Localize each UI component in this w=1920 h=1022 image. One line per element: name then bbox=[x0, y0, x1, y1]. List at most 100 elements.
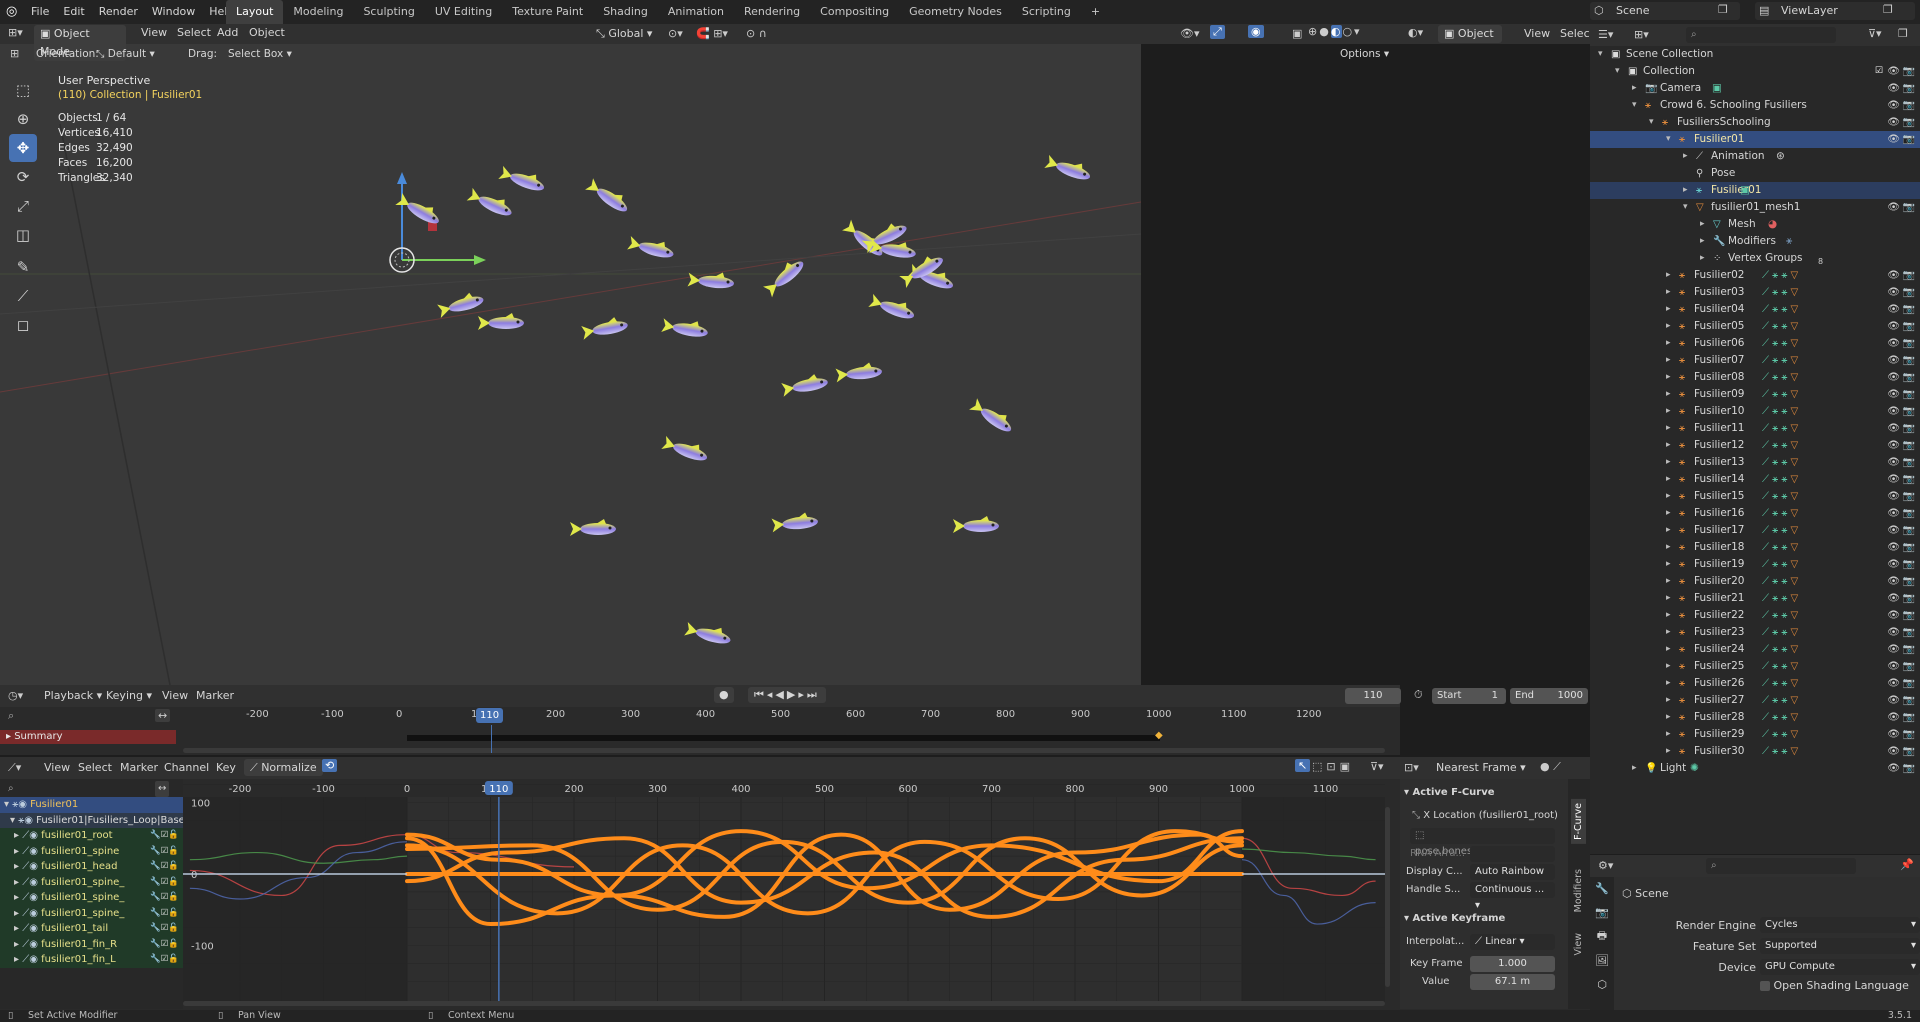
eye-icon[interactable]: 👁 bbox=[1887, 505, 1900, 522]
eye-icon[interactable]: 👁 bbox=[1887, 369, 1900, 386]
object-data-icons[interactable]: ⟋ ⚹ ⚹ ▽ bbox=[1762, 284, 1798, 301]
channel-toggles[interactable]: 🔧☑🔓 bbox=[150, 906, 179, 922]
tab-scripting[interactable]: Scripting bbox=[1012, 0, 1081, 24]
render-camera-icon[interactable]: 📷 bbox=[1903, 505, 1915, 522]
graph-vscrollbar[interactable] bbox=[1385, 807, 1390, 987]
eye-icon[interactable]: 👁 bbox=[1887, 131, 1900, 148]
normalize-toggle[interactable]: ⟋ Normalize bbox=[244, 759, 323, 776]
channel-group[interactable]: ▸ ⟋◉ fusilier01_tail 🔧☑🔓 bbox=[0, 921, 183, 937]
outliner-item-fusilier19[interactable]: ▸ ⚹ Fusilier19 ⟋ ⚹ ⚹ ▽ 👁 📷 bbox=[1590, 556, 1920, 573]
expand-arrow-icon[interactable]: ▸ bbox=[1683, 148, 1688, 165]
expand-arrow-icon[interactable]: ▸ bbox=[1666, 284, 1671, 301]
fish-model[interactable] bbox=[835, 361, 882, 383]
channel-toggles[interactable]: 🔧☑🔓 bbox=[150, 828, 179, 844]
render-camera-icon[interactable]: 📷 bbox=[1903, 63, 1915, 80]
render-camera-icon[interactable]: 📷 bbox=[1903, 267, 1915, 284]
render-camera-icon[interactable]: 📷 bbox=[1903, 760, 1915, 777]
render-camera-icon[interactable]: 📷 bbox=[1903, 709, 1915, 726]
outliner-item-fusilier15[interactable]: ▸ ⚹ Fusilier15 ⟋ ⚹ ⚹ ▽ 👁 📷 bbox=[1590, 488, 1920, 505]
key-frame-field[interactable]: 1.000 bbox=[1470, 956, 1555, 972]
expand-arrow-icon[interactable]: ▸ bbox=[1666, 437, 1671, 454]
outliner-item-fusilier02[interactable]: ▸ ⚹ Fusilier02 ⟋ ⚹ ⚹ ▽ 👁 📷 bbox=[1590, 267, 1920, 284]
outliner-item-fusilier26[interactable]: ▸ ⚹ Fusilier26 ⟋ ⚹ ⚹ ▽ 👁 📷 bbox=[1590, 675, 1920, 692]
expand-arrow-icon[interactable]: ▸ bbox=[14, 892, 22, 903]
timeline-view-menu[interactable]: View bbox=[162, 689, 188, 702]
outliner-item-fusilier30[interactable]: ▸ ⚹ Fusilier30 ⟋ ⚹ ⚹ ▽ 👁 📷 bbox=[1590, 743, 1920, 760]
channel-group[interactable]: ▸ ⟋◉ fusilier01_spine_ 🔧☑🔓 bbox=[0, 905, 183, 922]
clock-icon[interactable]: ⏱ bbox=[1414, 688, 1423, 702]
outliner-item-fusilier01[interactable]: ▾ ⚹ Fusilier01 👁 📷 bbox=[1590, 131, 1920, 148]
eye-icon[interactable]: 👁 bbox=[1887, 199, 1900, 216]
fish-model[interactable] bbox=[570, 519, 616, 536]
eye-icon[interactable]: 👁 bbox=[1887, 284, 1900, 301]
outliner-item-light[interactable]: ▸ 💡 Light ✺ 👁 📷 bbox=[1590, 760, 1920, 777]
channel-group[interactable]: ▸ ⟋◉ fusilier01_spine_ 🔧☑🔓 bbox=[0, 874, 183, 890]
view-layer-props-icon[interactable]: 🖼 bbox=[1590, 949, 1614, 971]
expand-arrow-icon[interactable]: ▸ bbox=[1666, 522, 1671, 539]
fish-model[interactable] bbox=[868, 291, 917, 323]
object-data-icons[interactable]: ⟋ ⚹ ⚹ ▽ bbox=[1762, 573, 1798, 590]
timeline-playhead[interactable]: 110 bbox=[476, 708, 504, 723]
channel-object[interactable]: ▾ ⚹◉ Fusilier01 bbox=[0, 797, 183, 813]
eye-icon[interactable]: 👁 bbox=[1887, 624, 1900, 641]
expand-arrow-icon[interactable]: ▾ bbox=[10, 815, 18, 826]
outliner-item-fusilier27[interactable]: ▸ ⚹ Fusilier27 ⟋ ⚹ ⚹ ▽ 👁 📷 bbox=[1590, 692, 1920, 709]
eye-icon[interactable]: 👁 bbox=[1887, 573, 1900, 590]
expand-arrow-icon[interactable]: ▸ bbox=[1666, 692, 1671, 709]
graph-menu-key[interactable]: Key bbox=[216, 761, 236, 774]
handle-smoothing-dropdown[interactable]: Continuous ... ▾ bbox=[1470, 882, 1555, 911]
expand-arrow-icon[interactable]: ▸ bbox=[1666, 641, 1671, 658]
fish-model[interactable] bbox=[436, 290, 485, 319]
fish-model[interactable] bbox=[581, 315, 629, 340]
channel-action[interactable]: ▾ ⚹◉ Fusilier01|Fusiliers_Loop|BaseLa bbox=[0, 812, 197, 828]
outliner-item-fusilier17[interactable]: ▸ ⚹ Fusilier17 ⟋ ⚹ ⚹ ▽ 👁 📷 bbox=[1590, 522, 1920, 539]
expand-arrow-icon[interactable]: ▸ bbox=[1666, 573, 1671, 590]
tool-settings-icon[interactable]: ⊞ bbox=[10, 47, 19, 60]
armature-data-icon[interactable]: ▣ bbox=[1740, 182, 1750, 199]
channel-group[interactable]: ▸ ⟋◉ fusilier01_spine 🔧☑🔓 bbox=[0, 843, 183, 859]
outliner-item-fusilier04[interactable]: ▸ ⚹ Fusilier04 ⟋ ⚹ ⚹ ▽ 👁 📷 bbox=[1590, 301, 1920, 318]
expand-arrow-icon[interactable]: ▸ bbox=[14, 923, 22, 934]
expand-arrow-icon[interactable]: ▸ bbox=[14, 908, 22, 919]
fish-model[interactable] bbox=[684, 619, 733, 647]
transform-orientation-dropdown[interactable]: ⤡ Global ▾ bbox=[596, 27, 652, 41]
expand-arrow-icon[interactable]: ▸ bbox=[1700, 216, 1705, 233]
object-data-icons[interactable]: ⟋ ⚹ ⚹ ▽ bbox=[1762, 624, 1798, 641]
render-camera-icon[interactable]: 📷 bbox=[1903, 590, 1915, 607]
expand-arrow-icon[interactable]: ▸ bbox=[1666, 403, 1671, 420]
render-camera-icon[interactable]: 📷 bbox=[1903, 556, 1915, 573]
eye-icon[interactable]: 👁 bbox=[1887, 607, 1900, 624]
eye-icon[interactable]: 👁 bbox=[1887, 403, 1900, 420]
eye-icon[interactable]: 👁 bbox=[1887, 335, 1900, 352]
eye-icon[interactable]: 👁 bbox=[1887, 420, 1900, 437]
select-box-tool-icon[interactable]: ⬚ bbox=[9, 76, 37, 104]
playback-menu[interactable]: Playback ▾ bbox=[44, 689, 102, 702]
object-data-icons[interactable]: ⟋ ⚹ ⚹ ▽ bbox=[1762, 607, 1798, 624]
object-data-icons[interactable]: ⟋ ⚹ ⚹ ▽ bbox=[1762, 726, 1798, 743]
fish-model[interactable] bbox=[771, 511, 818, 533]
render-camera-icon[interactable]: 📷 bbox=[1903, 692, 1915, 709]
output-props-icon[interactable]: 🖶 bbox=[1590, 925, 1614, 947]
outliner-filter-icon[interactable]: ⊽▾ bbox=[1868, 27, 1882, 40]
outliner-item-fusilier25[interactable]: ▸ ⚹ Fusilier25 ⟋ ⚹ ⚹ ▽ 👁 📷 bbox=[1590, 658, 1920, 675]
eye-icon[interactable]: 👁 bbox=[1887, 301, 1900, 318]
outliner-item-fusilier14[interactable]: ▸ ⚹ Fusilier14 ⟋ ⚹ ⚹ ▽ 👁 📷 bbox=[1590, 471, 1920, 488]
eye-icon[interactable]: 👁 bbox=[1887, 522, 1900, 539]
exclude-checkbox[interactable]: ☑ bbox=[1875, 63, 1883, 80]
channel-group[interactable]: ▸ ⟋◉ fusilier01_fin_R 🔧☑🔓 bbox=[0, 936, 183, 953]
expand-arrow-icon[interactable]: ▸ bbox=[1666, 301, 1671, 318]
camera-data-icon[interactable]: ▣ bbox=[1712, 80, 1722, 97]
current-frame-field[interactable]: 110 bbox=[1345, 688, 1401, 704]
expand-arrow-icon[interactable]: ▾ bbox=[4, 799, 12, 810]
expand-arrow-icon[interactable]: ▸ bbox=[1666, 675, 1671, 692]
eye-icon[interactable]: 👁 bbox=[1887, 386, 1900, 403]
expand-arrow-icon[interactable]: ▸ bbox=[1666, 624, 1671, 641]
fish-model[interactable] bbox=[395, 190, 443, 228]
expand-arrow-icon[interactable]: ▸ bbox=[1666, 267, 1671, 284]
render-camera-icon[interactable]: 📷 bbox=[1903, 97, 1915, 114]
light-data-icon[interactable]: ✺ bbox=[1690, 760, 1699, 777]
render-props-icon[interactable]: 📷 bbox=[1590, 901, 1614, 923]
channel-toggles[interactable]: 🔧☑🔓 bbox=[150, 937, 179, 953]
expand-arrow-icon[interactable]: ▸ bbox=[1666, 420, 1671, 437]
outliner-item-crowd-6-schooling-fusiliers[interactable]: ▾ ⚹ Crowd 6. Schooling Fusiliers 👁 📷 bbox=[1590, 97, 1920, 114]
